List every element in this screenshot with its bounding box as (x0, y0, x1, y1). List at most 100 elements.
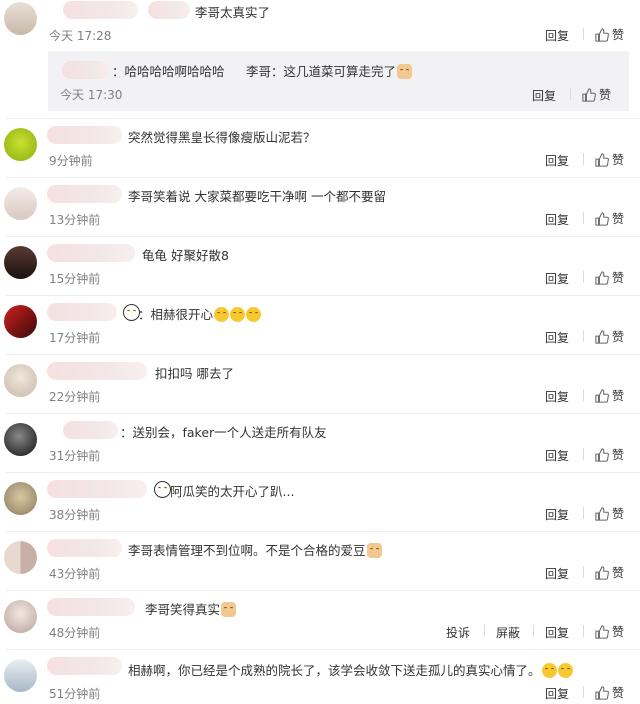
comment-text-body: ：相赫很开心 (138, 307, 214, 322)
blurred-username (47, 657, 122, 675)
report-button[interactable]: 投诉 (446, 624, 470, 641)
blurred-username (47, 598, 135, 616)
like-label: 赞 (612, 625, 625, 639)
reply-button[interactable]: 回复 (545, 685, 569, 702)
like-button[interactable]: 赞 (595, 505, 624, 522)
comment-text: 相赫啊，你已经是个成熟的院长了，该学会收敛下送走孤儿的真实心情了。 (128, 660, 573, 679)
like-button[interactable]: 赞 (595, 387, 624, 404)
like-button[interactable]: 赞 (595, 26, 624, 43)
like-label: 赞 (599, 88, 612, 102)
smile-emoji-icon (230, 307, 246, 322)
like-button[interactable]: 赞 (595, 564, 624, 581)
comment-time: 13分钟前 (49, 213, 101, 227)
avatar[interactable] (4, 187, 37, 220)
reply-button[interactable]: 回复 (545, 624, 569, 641)
avatar[interactable] (4, 2, 37, 35)
avatar[interactable] (4, 541, 37, 574)
comment-item: 李哥笑着说 大家菜都要吃干净啊 一个都不要留 13分钟前 回复 赞 (0, 177, 640, 236)
comment-time: 9分钟前 (49, 154, 93, 168)
reply-button[interactable]: 回复 (545, 447, 569, 464)
avatar[interactable] (4, 305, 37, 338)
comment-item: 龟龟 好聚好散8 15分钟前 回复 赞 (0, 236, 640, 295)
like-label: 赞 (612, 212, 625, 226)
comment-text-body: 相赫啊，你已经是个成熟的院长了，该学会收敛下送走孤儿的真实心情了。 (128, 663, 541, 678)
thumb-up-icon (595, 27, 609, 42)
divider (583, 212, 584, 224)
comment-text: ：送别会，faker一个人送走所有队友 (120, 425, 327, 440)
reply-button[interactable]: 回复 (545, 565, 569, 582)
comment-item: 李哥太真实了 今天 17:28 回复 赞 ：哈哈哈哈啊哈哈哈 李哥：这几道菜可算… (0, 0, 640, 121)
comment-item: 阿瓜笑的太开心了趴... 38分钟前 回复 赞 (0, 472, 640, 531)
like-button[interactable]: 赞 (595, 269, 624, 286)
avatar[interactable] (4, 128, 37, 161)
thumb-up-icon (582, 87, 596, 102)
reply-button[interactable]: 回复 (532, 87, 556, 104)
divider (583, 625, 584, 637)
comment-text: 李哥太真实了 (195, 5, 271, 20)
like-button[interactable]: 赞 (582, 86, 611, 103)
block-button[interactable]: 屏蔽 (496, 624, 520, 641)
comment-time: 22分钟前 (49, 390, 101, 404)
comment-item: ：相赫很开心 17分钟前 回复 赞 (0, 295, 640, 354)
comment-time: 15分钟前 (49, 272, 101, 286)
nested-reply: ：哈哈哈哈啊哈哈哈 李哥：这几道菜可算走完了 今天 17:30 回复 赞 (48, 51, 629, 111)
doge-emoji-icon (221, 602, 237, 617)
divider (570, 88, 571, 100)
blurred-username (47, 126, 122, 144)
like-label: 赞 (612, 389, 625, 403)
reply-button[interactable]: 回复 (545, 329, 569, 346)
comment-item: 李哥表情管理不到位啊。不是个合格的爱豆 43分钟前 回复 赞 (0, 531, 640, 590)
thumb-up-icon (595, 152, 609, 167)
reply-button[interactable]: 回复 (545, 270, 569, 287)
like-button[interactable]: 赞 (595, 623, 624, 640)
thumb-up-icon (595, 565, 609, 580)
reply-time: 今天 17:30 (60, 88, 123, 102)
like-button[interactable]: 赞 (595, 684, 624, 701)
like-button[interactable]: 赞 (595, 446, 624, 463)
blurred-username (47, 185, 122, 203)
like-button[interactable]: 赞 (595, 328, 624, 345)
reply-text: ：哈哈哈哈啊哈哈哈 (112, 64, 225, 79)
comment-item: 突然觉得黑皇长得像瘦版山泥若？ 9分钟前 回复 赞 (0, 118, 640, 177)
divider (583, 566, 584, 578)
comment-text: 李哥笑着说 大家菜都要吃干净啊 一个都不要留 (128, 189, 386, 204)
avatar[interactable] (4, 423, 37, 456)
smile-emoji-icon (246, 307, 262, 322)
avatar[interactable] (4, 659, 37, 692)
doge-emoji-icon (366, 543, 382, 558)
blurred-username (47, 303, 117, 321)
reply-button[interactable]: 回复 (545, 506, 569, 523)
comment-time: 43分钟前 (49, 567, 101, 581)
comment-text: ：相赫很开心 (138, 304, 262, 323)
doge-emoji-icon (397, 64, 413, 79)
panda-emoji-icon (154, 481, 171, 498)
comment-feed: 李哥太真实了 今天 17:28 回复 赞 ：哈哈哈哈啊哈哈哈 李哥：这几道菜可算… (0, 0, 640, 704)
like-button[interactable]: 赞 (595, 210, 624, 227)
like-button[interactable]: 赞 (595, 151, 624, 168)
avatar[interactable] (4, 364, 37, 397)
blurred-username (63, 421, 118, 439)
comment-text: 突然觉得黑皇长得像瘦版山泥若？ (128, 130, 316, 145)
like-label: 赞 (612, 448, 625, 462)
avatar[interactable] (4, 482, 37, 515)
like-label: 赞 (612, 153, 625, 167)
comment-text: 龟龟 好聚好散8 (142, 248, 229, 263)
thumb-up-icon (595, 211, 609, 226)
divider (583, 153, 584, 165)
reply-button[interactable]: 回复 (545, 27, 569, 44)
comment-time: 51分钟前 (49, 687, 101, 701)
divider (583, 686, 584, 698)
divider (533, 625, 534, 637)
comment-text-body: 李哥表情管理不到位啊。不是个合格的爱豆 (128, 543, 366, 558)
comment-time: 48分钟前 (49, 626, 101, 640)
blurred-username (47, 362, 147, 380)
avatar[interactable] (4, 246, 37, 279)
reply-button[interactable]: 回复 (545, 152, 569, 169)
blurred-username (47, 480, 147, 498)
thumb-up-icon (595, 270, 609, 285)
reply-button[interactable]: 回复 (545, 211, 569, 228)
comment-time: 38分钟前 (49, 508, 101, 522)
reply-button[interactable]: 回复 (545, 388, 569, 405)
divider (583, 271, 584, 283)
avatar[interactable] (4, 600, 37, 633)
